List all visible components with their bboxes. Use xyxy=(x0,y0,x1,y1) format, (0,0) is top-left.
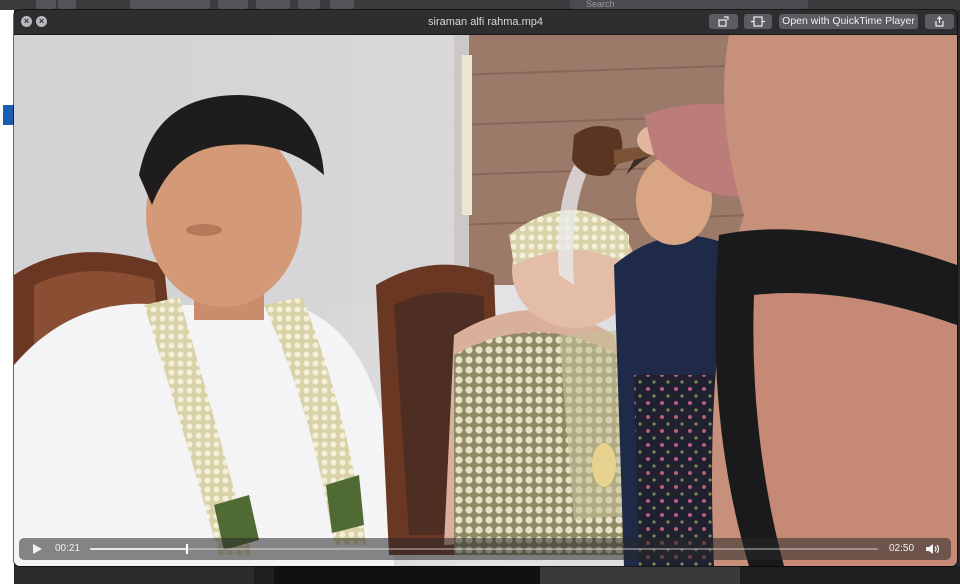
video-frame[interactable]: 00:21 02:50 xyxy=(14,35,957,566)
trim-icon xyxy=(751,16,765,27)
background-bottom-strip xyxy=(14,566,960,584)
background-tag-button[interactable] xyxy=(330,0,354,9)
rotate-button[interactable] xyxy=(709,14,738,29)
playhead-handle[interactable] xyxy=(186,544,189,554)
background-search-field[interactable]: Search xyxy=(570,0,808,9)
background-back-button[interactable] xyxy=(36,0,56,9)
play-icon[interactable] xyxy=(31,543,43,555)
title-bar: × × siraman alfi rahma.mp4 Open with Qui… xyxy=(14,10,957,35)
background-tab[interactable] xyxy=(808,0,960,9)
duration: 02:50 xyxy=(889,543,915,554)
share-button[interactable] xyxy=(925,14,954,29)
background-group-button[interactable] xyxy=(218,0,248,9)
background-action-button[interactable] xyxy=(256,0,290,9)
background-blue-block xyxy=(3,105,14,125)
trim-button[interactable] xyxy=(744,14,772,29)
background-share-button[interactable] xyxy=(298,0,320,9)
timeline-played xyxy=(90,548,188,550)
timeline-scrubber[interactable] xyxy=(90,544,878,554)
background-page-strip xyxy=(0,10,14,584)
background-forward-button[interactable] xyxy=(58,0,76,9)
video-still-image xyxy=(14,35,957,566)
open-with-quicktime-button[interactable]: Open with QuickTime Player xyxy=(779,14,918,29)
share-icon xyxy=(935,16,944,27)
current-time: 00:21 xyxy=(55,543,81,554)
background-view-button[interactable] xyxy=(130,0,210,9)
rotate-icon xyxy=(717,16,729,27)
volume-icon[interactable] xyxy=(925,543,941,555)
video-viewer-window: × × siraman alfi rahma.mp4 Open with Qui… xyxy=(14,10,957,566)
playback-controls: 00:21 02:50 xyxy=(19,538,951,560)
